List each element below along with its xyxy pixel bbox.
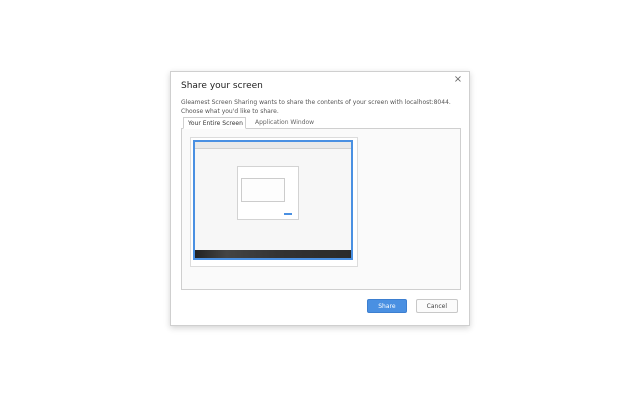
tab-entire-screen[interactable]: Your Entire Screen	[183, 117, 246, 129]
screen-thumbnail-container[interactable]	[190, 137, 358, 267]
thumbnail-taskbar	[195, 250, 351, 258]
cancel-button[interactable]: Cancel	[415, 299, 458, 313]
screen-selection-panel	[181, 128, 461, 290]
thumbnail-browser-bar	[195, 142, 351, 149]
dialog-buttons: Share Cancel	[367, 299, 458, 315]
share-screen-dialog: Share your screen × Gleamest Screen Shar…	[170, 71, 470, 326]
thumbnail-window	[237, 166, 299, 220]
close-icon[interactable]: ×	[453, 75, 463, 85]
selected-screen-thumbnail[interactable]	[193, 140, 353, 260]
dialog-description: Gleamest Screen Sharing wants to share t…	[181, 99, 451, 115]
dialog-title: Share your screen	[181, 81, 263, 91]
share-button[interactable]: Share	[367, 299, 407, 313]
